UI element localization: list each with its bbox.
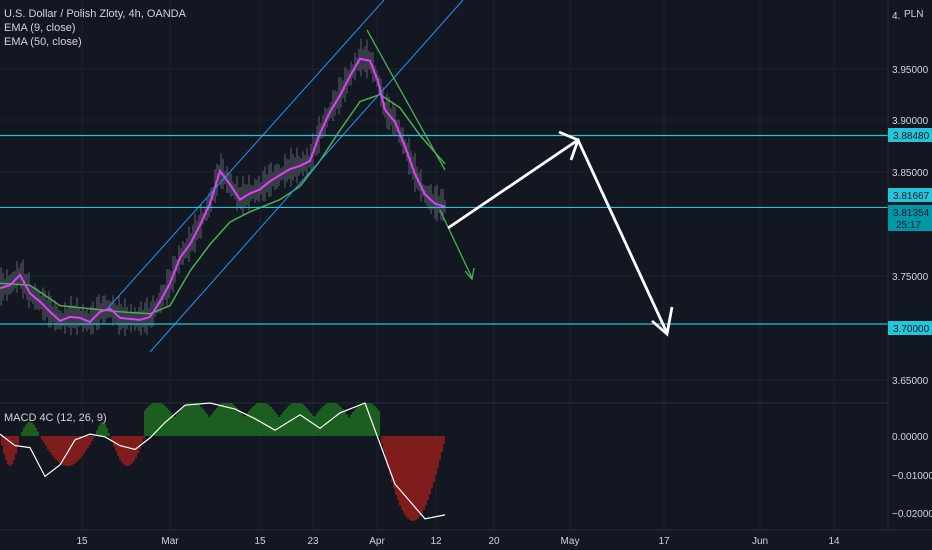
currency-label[interactable]: PLN [904,9,923,20]
price-tick-label: 3.90000 [892,116,929,127]
countdown-label: 25:17 [896,220,921,231]
macd-legend[interactable]: MACD 4C (12, 26, 9) [4,411,107,425]
chart-background [0,0,932,550]
time-tick-label: 15 [76,536,88,547]
price-label-370000[interactable]: 3.70000 [893,324,930,335]
ema9-legend[interactable]: EMA (9, close) [4,21,186,35]
time-tick-label: May [561,536,580,547]
time-tick-label: Apr [369,536,385,547]
legend: U.S. Dollar / Polish Zloty, 4h, OANDA EM… [4,7,186,49]
price-tick-label: 3.75000 [892,272,929,283]
macd-tick-label: −0.02000 [892,509,932,520]
price-label-381667[interactable]: 3.81667 [893,191,930,202]
last-price-label[interactable]: 3.81354 [893,208,930,219]
chart-svg[interactable]: 3.95000 3.90000 3.85000 3.75000 3.65000 4. PLN… [0,0,932,550]
time-tick-label: 14 [828,536,840,547]
time-tick-label: Mar [161,536,179,547]
macd-tick-label: −0.01000 [892,471,932,482]
time-tick-label: 12 [430,536,442,547]
price-tick-label: 3.65000 [892,376,929,387]
price-label-388480[interactable]: 3.88480 [893,131,930,142]
price-tick-label: 3.85000 [892,168,929,179]
price-tick-partial: 4. [892,11,900,22]
time-tick-label: Jun [752,536,768,547]
symbol-title[interactable]: U.S. Dollar / Polish Zloty, 4h, OANDA [4,7,186,21]
macd-tick-label: 0.00000 [892,432,929,443]
time-tick-label: 17 [658,536,670,547]
time-tick-label: 15 [254,536,266,547]
time-tick-label: 23 [307,536,319,547]
price-tick-label: 3.95000 [892,65,929,76]
ema50-legend[interactable]: EMA (50, close) [4,35,186,49]
time-tick-label: 20 [488,536,500,547]
